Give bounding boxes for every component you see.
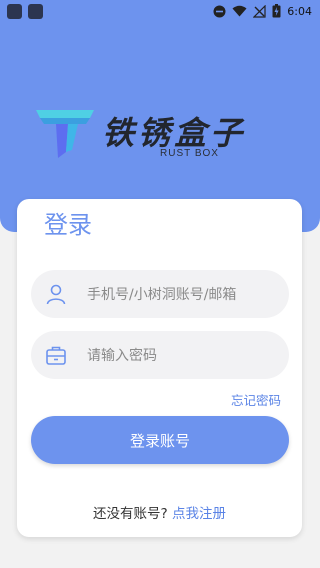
app-logo: 铁锈盒子 RUST BOX [34, 106, 284, 162]
password-input[interactable] [85, 331, 285, 381]
login-card: 登录 忘记密码 登录账号 还没有账号? 点我注册 [17, 199, 302, 537]
login-title: 登录 [44, 211, 92, 239]
wifi-icon [232, 5, 247, 17]
rust-box-logo-icon [36, 110, 94, 158]
forgot-password-link[interactable]: 忘记密码 [231, 390, 281, 409]
status-bar: 6:04 [0, 0, 320, 24]
battery-charging-icon [272, 4, 281, 18]
login-button[interactable]: 登录账号 [31, 416, 289, 464]
password-field[interactable] [31, 331, 289, 381]
app-notification-icon [28, 4, 43, 19]
brand-subtitle: RUST BOX [160, 148, 219, 159]
lock-icon [46, 346, 66, 365]
account-field[interactable] [31, 270, 289, 320]
account-input[interactable] [85, 270, 285, 320]
clock: 6:04 [287, 4, 312, 18]
no-signal-icon [253, 4, 266, 18]
user-icon [46, 284, 66, 305]
register-link[interactable]: 点我注册 [172, 506, 226, 522]
signup-prompt: 还没有账号? 点我注册 [17, 502, 302, 522]
app-notification-icon [7, 4, 22, 19]
no-account-text: 还没有账号? [93, 506, 168, 522]
dnd-icon [213, 5, 226, 17]
